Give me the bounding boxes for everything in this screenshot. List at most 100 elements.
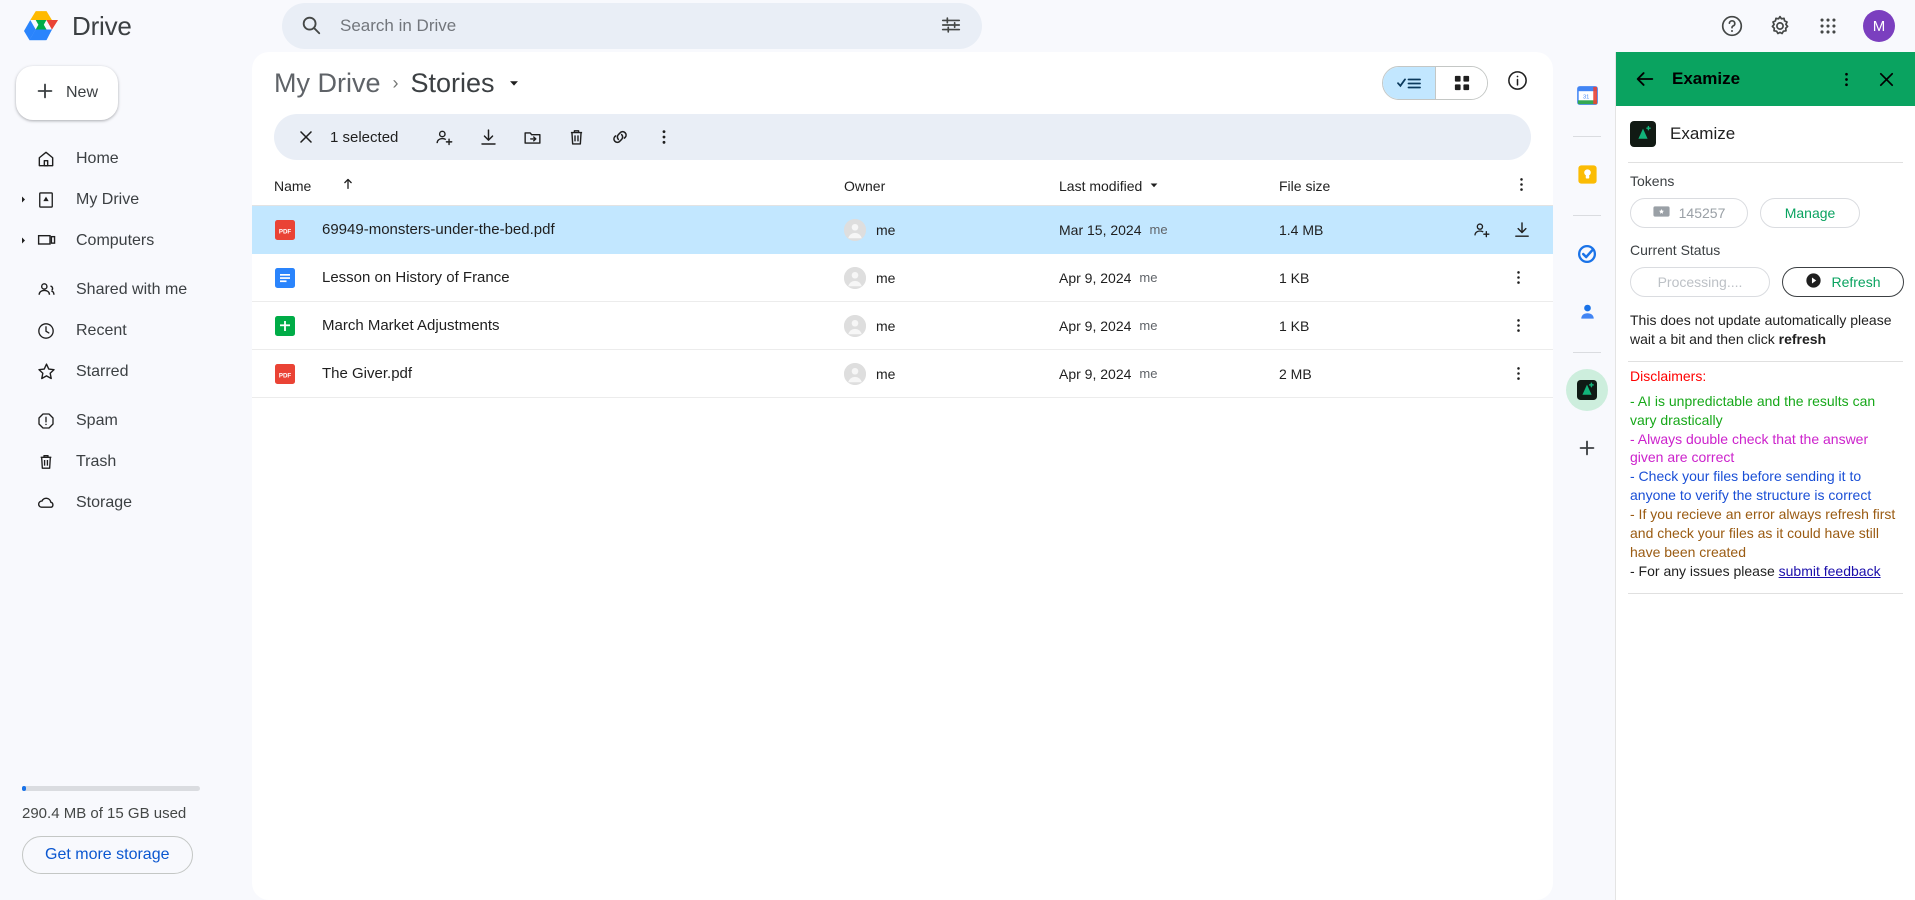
apps-grid-icon[interactable] [1815, 13, 1841, 39]
sidebar-item-label: Home [76, 149, 119, 167]
sidebar-group-system: Spam Trash Storage [0, 400, 250, 531]
main-content: My Drive › Stories 1 selected Name Owner… [250, 52, 1559, 900]
search-input[interactable] [324, 16, 940, 36]
disclaimer-line: - AI is unpredictable and the results ca… [1630, 392, 1876, 428]
modified-by: me [1139, 366, 1158, 381]
storage-usage-label: 290.4 MB of 15 GB used [22, 805, 187, 822]
modified-by: me [1149, 222, 1168, 237]
table-row[interactable]: Lesson on History of France me Apr 9, 20… [252, 254, 1553, 302]
table-row[interactable]: PDF 69949-monsters-under-the-bed.pdf me … [252, 206, 1553, 254]
trash-icon[interactable] [554, 117, 598, 157]
drive-brand[interactable]: Drive [10, 11, 260, 42]
column-header-name[interactable]: Name [274, 177, 844, 195]
modified-by: me [1139, 318, 1158, 333]
grid-view-icon[interactable] [1435, 67, 1487, 99]
file-name-label: The Giver.pdf [322, 365, 413, 382]
more-vertical-icon[interactable] [642, 117, 686, 157]
link-icon[interactable] [598, 117, 642, 157]
info-circle-icon[interactable] [1506, 69, 1529, 97]
sidebar-item-home[interactable]: Home [0, 138, 250, 179]
sidebar-item-recent[interactable]: Recent [0, 310, 250, 351]
submit-feedback-link[interactable]: submit feedback [1779, 563, 1881, 579]
sidebar-item-label: Trash [76, 452, 117, 470]
gear-icon[interactable] [1767, 13, 1793, 39]
row-actions [1469, 361, 1531, 387]
chevron-right-icon[interactable] [14, 236, 32, 245]
disclaimer-line: - Always double check that the answer gi… [1630, 430, 1869, 466]
drive-folder-icon [32, 190, 60, 210]
sidebar-item-my-drive[interactable]: My Drive [0, 179, 250, 220]
list-view-icon[interactable] [1383, 67, 1435, 99]
column-header-owner[interactable]: Owner [844, 178, 1059, 194]
table-row[interactable]: March Market Adjustments me Apr 9, 2024 … [252, 302, 1553, 350]
status-value: Processing.... [1630, 267, 1770, 297]
drive-brand-label: Drive [72, 10, 132, 41]
tokens-value: 145257 [1678, 205, 1726, 221]
chevron-down-icon[interactable] [1148, 178, 1160, 194]
manage-tokens-button[interactable]: Manage [1760, 198, 1860, 228]
table-row[interactable]: PDF The Giver.pdf me Apr 9, 2024 me 2 MB [252, 350, 1553, 398]
pdf-icon: PDF [274, 219, 296, 241]
google-calendar-icon[interactable]: 31 [1566, 74, 1608, 116]
download-icon[interactable] [1509, 217, 1535, 243]
share-icon[interactable] [1469, 217, 1495, 243]
refresh-button[interactable]: Refresh [1782, 267, 1904, 297]
add-addon-button[interactable] [1566, 427, 1608, 469]
column-header-file-size[interactable]: File size [1279, 178, 1469, 194]
edit-pencil-icon[interactable] [1549, 217, 1553, 243]
arrow-left-icon[interactable] [1630, 64, 1660, 94]
avatar [844, 218, 866, 241]
download-icon[interactable] [466, 117, 510, 157]
modified-date: Apr 9, 2024 [1059, 269, 1132, 286]
breadcrumb-current[interactable]: Stories [411, 68, 495, 99]
sidebar-item-spam[interactable]: Spam [0, 400, 250, 441]
last-modified-cell: Mar 15, 2024 me [1059, 222, 1279, 238]
close-icon[interactable] [1871, 64, 1901, 94]
google-tasks-icon[interactable] [1566, 232, 1608, 274]
breadcrumb-root[interactable]: My Drive [274, 68, 381, 99]
plus-icon [34, 80, 56, 107]
sidebar-item-shared-with-me[interactable]: Shared with me [0, 269, 250, 310]
search-bar[interactable] [282, 3, 982, 49]
avatar [844, 362, 866, 385]
arrow-up-icon[interactable] [317, 177, 355, 195]
trash-icon [32, 452, 60, 472]
column-header-last-modified[interactable]: Last modified [1059, 178, 1279, 194]
examize-app-name: Examize [1670, 124, 1736, 143]
breadcrumb-row: My Drive › Stories [252, 52, 1553, 114]
google-keep-icon[interactable] [1566, 153, 1608, 195]
avatar[interactable]: M [1863, 10, 1895, 42]
current-status-label: Current Status [1630, 242, 1721, 258]
sidebar-item-label: Recent [76, 321, 127, 339]
close-icon[interactable] [286, 127, 326, 147]
sidebar-group-locations: Home My Drive Computers [0, 138, 250, 269]
chevron-down-icon[interactable] [507, 76, 521, 90]
sidebar-item-computers[interactable]: Computers [0, 220, 250, 261]
clock-icon [32, 321, 60, 341]
examize-addon-icon[interactable] [1566, 369, 1608, 411]
more-vertical-icon[interactable] [1505, 265, 1531, 291]
google-contacts-icon[interactable] [1566, 290, 1608, 332]
sidebar-item-starred[interactable]: Starred [0, 351, 250, 392]
column-label: File size [1279, 177, 1331, 194]
more-vertical-icon[interactable] [1512, 175, 1531, 197]
new-button[interactable]: New [16, 66, 118, 120]
file-name-cell: PDF 69949-monsters-under-the-bed.pdf [274, 219, 844, 241]
sidebar-item-label: Storage [76, 493, 133, 511]
play-circle-icon [1805, 272, 1822, 292]
more-vertical-icon[interactable] [1505, 361, 1531, 387]
get-more-storage-button[interactable]: Get more storage [22, 836, 193, 874]
more-vertical-icon[interactable] [1505, 313, 1531, 339]
search-filter-icon[interactable] [940, 14, 964, 38]
move-to-folder-icon[interactable] [510, 117, 554, 157]
sidebar-item-storage[interactable]: Storage [0, 482, 250, 523]
sidebar-item-trash[interactable]: Trash [0, 441, 250, 482]
top-bar: Drive Search in Drive M [0, 0, 1915, 52]
addon-side-strip: 31 [1559, 52, 1615, 900]
share-icon[interactable] [422, 117, 466, 157]
file-size-cell: 1 KB [1279, 269, 1310, 286]
file-name-label: 69949-monsters-under-the-bed.pdf [322, 221, 555, 238]
chevron-right-icon[interactable] [14, 195, 32, 204]
more-vertical-icon[interactable] [1831, 64, 1861, 94]
help-circle-icon[interactable] [1719, 13, 1745, 39]
